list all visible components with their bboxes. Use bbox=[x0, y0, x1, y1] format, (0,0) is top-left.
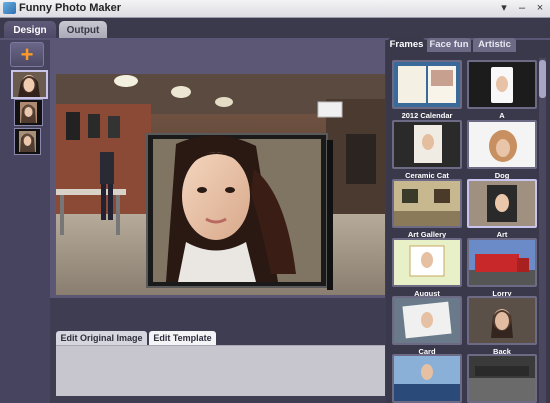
template-thumbnail bbox=[392, 179, 462, 228]
photo-thumbnail[interactable] bbox=[14, 128, 41, 155]
template-item[interactable]: Card bbox=[392, 296, 462, 357]
template-item[interactable]: Art bbox=[467, 179, 537, 240]
add-photo-button[interactable]: + bbox=[10, 42, 44, 67]
plus-icon: + bbox=[20, 41, 34, 67]
scrollbar-thumb[interactable] bbox=[539, 60, 546, 98]
edit-panel bbox=[56, 345, 385, 396]
window-title: Funny Photo Maker bbox=[19, 2, 122, 14]
template-gallery: 2012 Calendar A Ceramic Cat Dog Art Gall… bbox=[392, 58, 538, 403]
template-item[interactable]: Back bbox=[467, 296, 537, 357]
template-item[interactable]: 2012 Calendar bbox=[392, 60, 462, 121]
close-icon[interactable]: × bbox=[534, 1, 546, 15]
template-item[interactable]: Ceramic Cat bbox=[392, 120, 462, 181]
template-thumbnail bbox=[392, 296, 462, 345]
photo-thumbnail[interactable] bbox=[11, 70, 48, 99]
template-thumbnail bbox=[467, 296, 537, 345]
tab-edit-original-image[interactable]: Edit Original Image bbox=[56, 331, 147, 345]
template-item[interactable]: August bbox=[392, 238, 462, 299]
template-thumbnail bbox=[392, 238, 462, 287]
main-tab-bar: Design Output bbox=[0, 18, 550, 39]
template-item[interactable]: Lorry bbox=[467, 238, 537, 299]
template-thumbnail bbox=[467, 120, 537, 169]
template-item[interactable]: A bbox=[467, 60, 537, 121]
template-item[interactable] bbox=[392, 354, 462, 403]
menu-dropdown-icon[interactable]: ▾ bbox=[498, 1, 510, 15]
template-thumbnail bbox=[467, 238, 537, 287]
tab-frames[interactable]: Frames bbox=[388, 38, 425, 52]
template-thumbnail bbox=[392, 60, 462, 109]
template-thumbnail bbox=[392, 120, 462, 169]
tab-design[interactable]: Design bbox=[4, 21, 56, 39]
template-item[interactable]: Dog bbox=[467, 120, 537, 181]
template-item[interactable]: Art Gallery bbox=[392, 179, 462, 240]
photo-thumbnail[interactable] bbox=[14, 99, 43, 126]
app-icon bbox=[3, 2, 16, 14]
tab-face-fun[interactable]: Face fun bbox=[427, 38, 471, 52]
template-thumbnail bbox=[467, 179, 537, 228]
edit-tab-bar: Edit Original Image Edit Template bbox=[50, 331, 385, 345]
template-thumbnail bbox=[467, 354, 537, 403]
tab-output[interactable]: Output bbox=[59, 21, 107, 39]
tab-edit-template[interactable]: Edit Template bbox=[149, 331, 216, 345]
template-thumbnail bbox=[467, 60, 537, 109]
app-window: Funny Photo Maker ▾ – × Design Output + bbox=[0, 0, 550, 403]
template-item[interactable] bbox=[467, 354, 537, 403]
minimize-icon[interactable]: – bbox=[516, 1, 528, 15]
template-thumbnail bbox=[392, 354, 462, 403]
preview-canvas[interactable] bbox=[56, 74, 385, 295]
template-scrollbar[interactable] bbox=[539, 58, 546, 403]
title-bar: Funny Photo Maker ▾ – × bbox=[0, 0, 550, 18]
template-tab-bar: Frames Face fun Artistic bbox=[386, 38, 550, 54]
tab-artistic[interactable]: Artistic bbox=[473, 38, 516, 52]
